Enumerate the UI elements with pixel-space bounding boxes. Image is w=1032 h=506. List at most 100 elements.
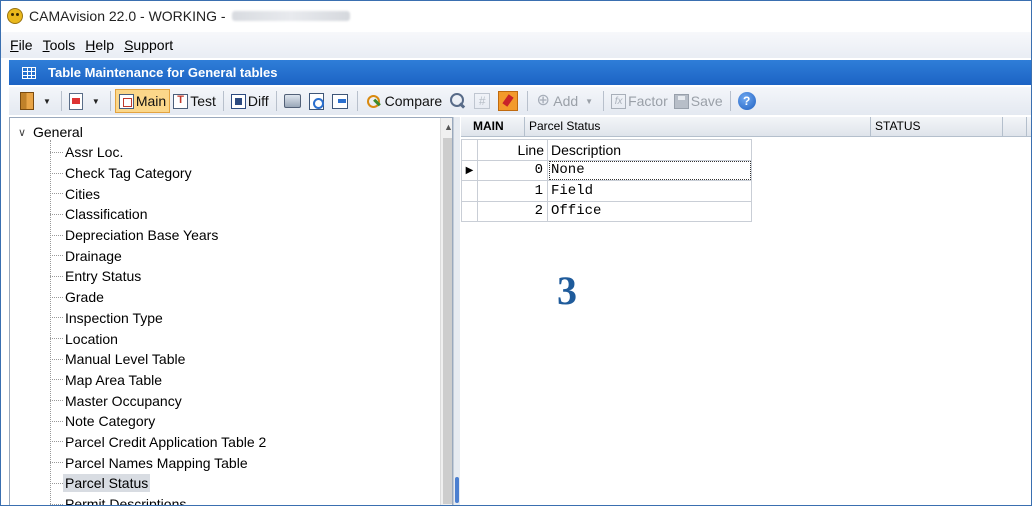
table-row[interactable]: ▶ 0 None xyxy=(461,159,752,181)
diff-icon xyxy=(230,93,246,109)
table-code: STATUS xyxy=(871,117,1003,137)
test-button-label: Test xyxy=(190,93,216,109)
help-button[interactable]: ? xyxy=(735,89,761,113)
pin-icon xyxy=(498,91,519,111)
test-button[interactable]: Test xyxy=(170,89,219,113)
factor-button-label: Factor xyxy=(628,93,668,109)
tree-item[interactable]: Location xyxy=(50,328,268,349)
help-icon: ? xyxy=(737,92,756,110)
compare-icon xyxy=(365,92,383,110)
row-indicator-header xyxy=(461,139,478,161)
menu-support[interactable]: Support xyxy=(124,37,173,53)
tree-item[interactable]: Grade xyxy=(50,287,268,308)
cell-line[interactable]: 1 xyxy=(477,180,548,202)
print-preview-button[interactable] xyxy=(306,89,329,113)
tree-item[interactable]: Entry Status xyxy=(50,266,268,287)
factor-button[interactable]: fx Factor xyxy=(608,89,671,113)
tree-item[interactable]: Manual Level Table xyxy=(50,349,268,370)
tree-item-label: Permit Descriptions xyxy=(65,496,187,506)
step-annotation: 3 xyxy=(557,268,577,313)
tree-item-label: Inspection Type xyxy=(65,309,163,326)
search-button[interactable] xyxy=(445,89,471,113)
tree-item-label: Assr Loc. xyxy=(65,144,124,161)
tree-item[interactable]: Assr Loc. xyxy=(50,142,268,163)
add-button[interactable]: ⊕ Add xyxy=(532,89,581,113)
tree-item[interactable]: Master Occupancy xyxy=(50,390,268,411)
table-title: Parcel Status xyxy=(525,117,871,137)
tree-item[interactable]: Check Tag Category xyxy=(50,163,268,184)
tree-item-label: Check Tag Category xyxy=(65,165,192,182)
tree-root-general[interactable]: ∨ General xyxy=(15,122,83,142)
cell-line[interactable]: 0 xyxy=(477,159,548,181)
scroll-up-arrow-icon[interactable]: ▲ xyxy=(444,122,452,132)
export-button[interactable] xyxy=(329,89,353,113)
tree-item[interactable]: Classification xyxy=(50,204,268,225)
tree-item[interactable]: Note Category xyxy=(50,411,268,432)
test-table-icon xyxy=(173,93,189,109)
window-title: CAMAvision 22.0 - WORKING - xyxy=(29,8,226,24)
row-indicator xyxy=(461,180,478,202)
main-button-label: Main xyxy=(135,93,167,109)
report-dropdown-icon[interactable]: ▼ xyxy=(92,97,100,106)
hash-button[interactable]: # xyxy=(471,89,495,113)
toolbar-separator xyxy=(109,91,111,111)
tree-item-label: Grade xyxy=(65,289,104,306)
tree-item[interactable]: Permit Descriptions xyxy=(50,494,268,506)
tree-item-label: Master Occupancy xyxy=(65,392,182,409)
tree-item[interactable]: Map Area Table xyxy=(50,370,268,391)
title-bar: CAMAvision 22.0 - WORKING - xyxy=(1,1,1031,31)
print-button[interactable] xyxy=(281,89,306,113)
collapse-chevron-icon[interactable]: ∨ xyxy=(15,126,29,139)
tree-vertical-scrollbar[interactable]: ▲ xyxy=(440,118,452,505)
diff-button-label: Diff xyxy=(247,93,269,109)
scrollbar-thumb[interactable] xyxy=(443,138,452,504)
add-dropdown-icon[interactable]: ▼ xyxy=(585,97,593,106)
toolbar-separator xyxy=(222,91,224,111)
cell-description[interactable]: None xyxy=(547,159,752,181)
cell-description[interactable]: Office xyxy=(547,200,752,222)
search-icon xyxy=(448,92,466,110)
tree-item[interactable]: Cities xyxy=(50,183,268,204)
open-book-button[interactable] xyxy=(17,89,39,113)
tree-item-label: Parcel Credit Application Table 2 xyxy=(65,433,267,450)
main-button[interactable]: Main xyxy=(114,89,171,113)
pin-button[interactable] xyxy=(495,89,523,113)
cell-line[interactable]: 2 xyxy=(477,200,548,222)
tree-item[interactable]: Depreciation Base Years xyxy=(50,225,268,246)
grid-header-row: Line Description xyxy=(461,139,752,161)
diff-button[interactable]: Diff xyxy=(228,89,272,113)
grid-header-bar: MAIN Parcel Status STATUS xyxy=(461,117,1031,137)
column-header-description[interactable]: Description xyxy=(547,139,752,161)
compare-button[interactable]: Compare xyxy=(362,89,446,113)
splitter-grip[interactable] xyxy=(455,477,459,503)
menu-file[interactable]: File xyxy=(10,37,33,53)
export-icon xyxy=(331,93,348,109)
cell-description[interactable]: Field xyxy=(547,180,752,202)
tree-item-label: Depreciation Base Years xyxy=(65,227,219,244)
table-grid-icon xyxy=(22,66,36,79)
tree-item[interactable]: Parcel Credit Application Table 2 xyxy=(50,432,268,453)
column-header-line[interactable]: Line xyxy=(477,139,548,161)
report-doc-icon xyxy=(68,92,83,110)
tree-item-label: Parcel Names Mapping Table xyxy=(65,454,248,471)
report-button[interactable] xyxy=(66,89,88,113)
tree-items: Assr Loc. Check Tag Category Cities Clas… xyxy=(50,142,268,506)
tree-item[interactable]: Inspection Type xyxy=(50,308,268,329)
book-dropdown-icon[interactable]: ▼ xyxy=(43,97,51,106)
table-row[interactable]: 1 Field xyxy=(461,180,752,202)
tree-item-label: Classification xyxy=(65,206,148,223)
table-row[interactable]: 2 Office xyxy=(461,200,752,222)
tree-item-label: Cities xyxy=(65,185,101,202)
menu-help[interactable]: Help xyxy=(85,37,114,53)
book-icon xyxy=(20,92,34,110)
tree-item-label: Manual Level Table xyxy=(65,351,186,368)
panel-splitter[interactable] xyxy=(453,117,460,505)
table-tree-panel: ∨ General Assr Loc. Check Tag Category C… xyxy=(9,117,453,506)
save-button[interactable]: Save xyxy=(671,89,726,113)
tree-item[interactable]: Parcel Names Mapping Table xyxy=(50,452,268,473)
tree-item[interactable]: Drainage xyxy=(50,245,268,266)
panel-header: Table Maintenance for General tables xyxy=(9,60,1031,85)
tree-item-selected[interactable]: Parcel Status xyxy=(50,473,268,494)
menu-tools[interactable]: Tools xyxy=(43,37,76,53)
tree-root-label: General xyxy=(33,124,83,140)
